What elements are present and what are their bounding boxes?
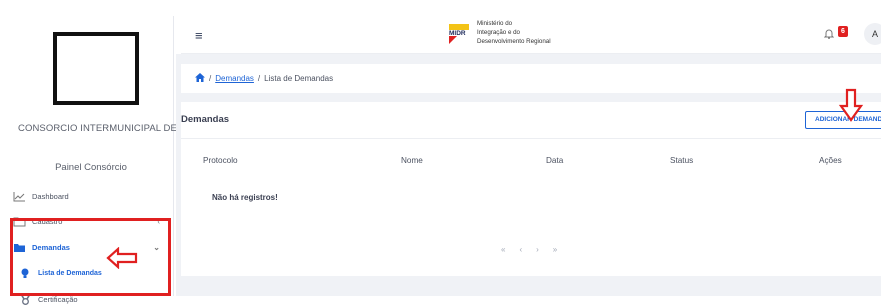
annotation-highlight-box: [10, 218, 171, 296]
ministry-name: Ministério do Integração e do Desenvolvi…: [477, 19, 551, 46]
sidebar-item-dashboard[interactable]: Dashboard: [12, 187, 168, 205]
org-logo: [53, 32, 139, 105]
panel-title: Painel Consórcio: [55, 162, 127, 173]
pager-next-button[interactable]: ›: [536, 245, 539, 254]
demandas-card: Demandas ADICIONAR DEMANDA Protocolo Nom…: [181, 88, 881, 276]
notification-badge: 6: [838, 26, 848, 37]
empty-state-message: Não há registros!: [212, 193, 278, 202]
ministry-line: Desenvolvimento Regional: [477, 38, 551, 45]
topbar: ≡ MIDR Ministério do Integração e do Des…: [181, 16, 881, 54]
home-icon[interactable]: [195, 73, 205, 84]
ministry-line: Integração e do: [477, 29, 521, 36]
sidebar-item-label: Dashboard: [32, 191, 69, 201]
ministry-line: Ministério do: [477, 20, 513, 27]
pager-prev-button[interactable]: ‹: [519, 245, 522, 254]
pager-first-button[interactable]: «: [501, 245, 505, 254]
svg-text:MIDR: MIDR: [449, 30, 466, 37]
annotation-arrow-down-icon: [838, 88, 864, 122]
pagination: « ‹ › »: [501, 245, 557, 254]
card-title: Demandas: [181, 114, 230, 125]
breadcrumb: / Demandas / Lista de Demandas: [181, 64, 881, 93]
ministry-logo-icon: MIDR: [449, 24, 469, 48]
org-name: CONSORCIO INTERMUNICIPAL DE: [18, 123, 177, 134]
breadcrumb-link-demandas[interactable]: Demandas: [215, 74, 254, 83]
user-avatar[interactable]: A: [864, 23, 881, 45]
annotation-arrow-left-icon: [106, 247, 138, 269]
menu-toggle-icon[interactable]: ≡: [195, 28, 203, 43]
breadcrumb-separator: /: [209, 74, 212, 83]
breadcrumb-separator: /: [257, 74, 261, 83]
breadcrumb-current: Lista de Demandas: [264, 74, 334, 83]
column-header-protocolo[interactable]: Protocolo: [203, 156, 238, 165]
column-header-acoes: Ações: [819, 156, 842, 165]
divider: [181, 138, 881, 139]
chart-icon: [12, 190, 26, 202]
column-header-status[interactable]: Status: [670, 156, 693, 165]
pager-last-button[interactable]: »: [553, 245, 557, 254]
column-header-data[interactable]: Data: [546, 156, 563, 165]
bell-icon[interactable]: [823, 28, 835, 42]
ministry-brand: MIDR Ministério do Integração e do Desen…: [449, 19, 551, 48]
column-header-nome[interactable]: Nome: [401, 156, 423, 165]
app-frame: CONSORCIO INTERMUNICIPAL DE Painel Consó…: [0, 0, 881, 305]
